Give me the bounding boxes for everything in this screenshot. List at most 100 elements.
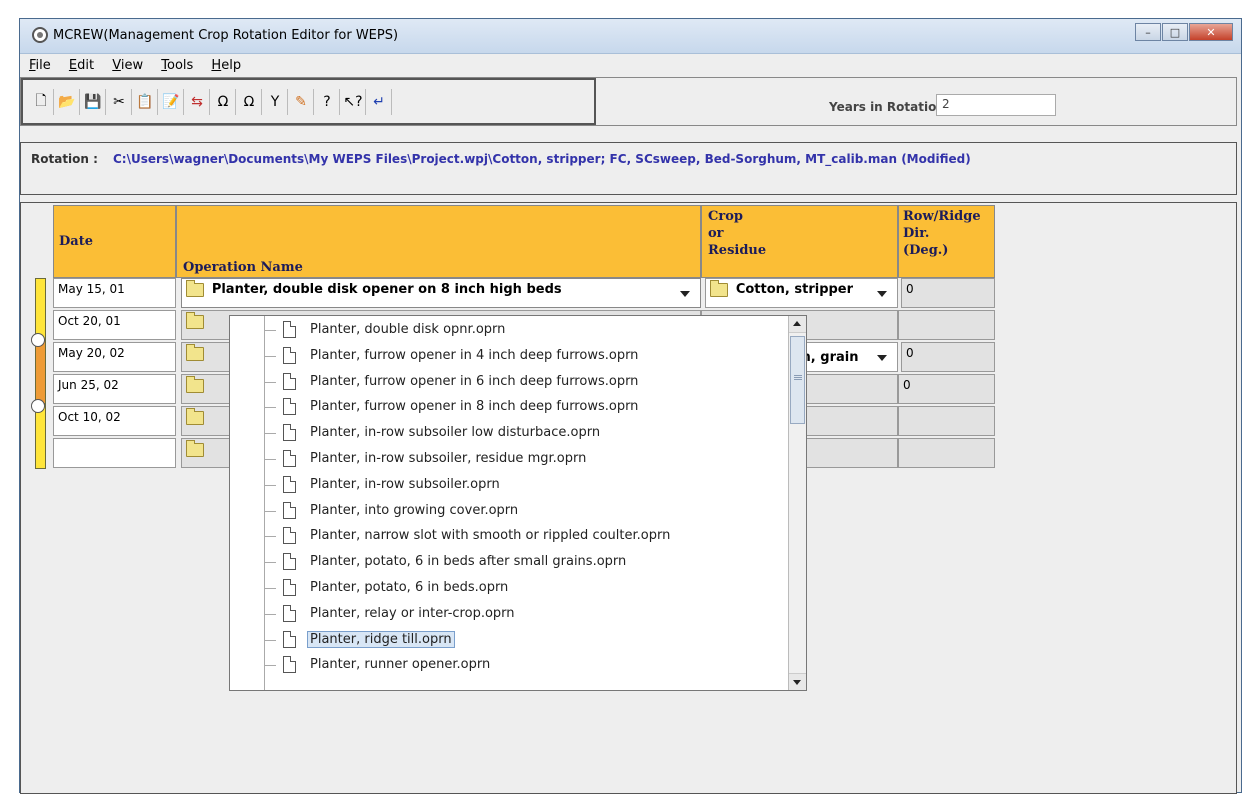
list-item-label: Planter, furrow opener in 4 inch deep fu… (310, 347, 639, 363)
list-item[interactable]: Planter, in-row subsoiler, residue mgr.o… (230, 447, 790, 471)
folder-icon (186, 375, 204, 393)
pencil-icon[interactable]: ✎ (289, 89, 314, 115)
table-row-date[interactable]: Oct 20, 01 (53, 310, 176, 340)
chevron-down-icon[interactable] (877, 291, 887, 297)
operation-combobox[interactable]: Planter, double disk opener on 8 inch hi… (181, 278, 701, 308)
new-icon[interactable]: 🗋 (29, 89, 54, 115)
undo-icon[interactable]: Ω (211, 89, 236, 115)
file-icon (283, 475, 296, 493)
table-row-dir[interactable] (898, 310, 995, 340)
tree-connector (264, 459, 276, 460)
help-icon[interactable]: ? (315, 89, 340, 115)
scroll-thumb[interactable] (790, 336, 805, 424)
file-icon (283, 656, 296, 674)
table-row-date[interactable]: May 20, 02 (53, 342, 176, 372)
list-item[interactable]: Planter, furrow opener in 4 inch deep fu… (230, 344, 790, 368)
maximize-button[interactable]: □ (1162, 23, 1188, 41)
list-item[interactable]: Planter, furrow opener in 8 inch deep fu… (230, 395, 790, 419)
list-item[interactable]: Planter, in-row subsoiler low disturbace… (230, 421, 790, 445)
replace-icon[interactable]: ⇆ (185, 89, 210, 115)
folder-icon (710, 279, 728, 297)
list-item[interactable]: Planter, potato, 6 in beds after small g… (230, 550, 790, 574)
menu-tools[interactable]: Tools (161, 58, 193, 73)
table-row-date[interactable] (53, 438, 176, 468)
rotation-year-bar-3 (35, 404, 46, 469)
return-icon[interactable]: ↵ (367, 89, 392, 115)
list-item-label: Planter, potato, 6 in beds.oprn (310, 580, 509, 595)
operation-dropdown-list[interactable]: Planter, double disk opnr.oprn Planter, f… (229, 315, 807, 691)
list-item[interactable]: Planter, narrow slot with smooth or ripp… (230, 524, 790, 548)
operations-table-panel: Date Operation Name Crop or Residue Row/… (20, 202, 1237, 794)
file-icon (283, 604, 296, 622)
rotation-label: Rotation : (31, 152, 98, 166)
tree-connector (264, 330, 276, 331)
list-item-label: Planter, in-row subsoiler, residue mgr.o… (310, 451, 587, 466)
minimize-button[interactable]: – (1135, 23, 1161, 41)
copy-icon[interactable]: 📋 (133, 89, 158, 115)
menu-help[interactable]: Help (211, 58, 241, 73)
crop-residue-header[interactable]: Crop or Residue (701, 205, 898, 278)
file-icon (283, 630, 296, 648)
filter-icon[interactable]: Y (263, 89, 288, 115)
file-icon (283, 372, 296, 390)
row-ridge-dir-header[interactable]: Row/Ridge Dir. (Deg.) (898, 205, 995, 278)
rotation-year-knob-2[interactable] (31, 399, 45, 413)
app-window: MCREW(Management Crop Rotation Editor fo… (19, 18, 1242, 794)
scroll-down-button[interactable] (789, 673, 806, 690)
context-help-icon[interactable]: ↖? (341, 89, 366, 115)
list-item-label: Planter, into growing cover.oprn (310, 502, 519, 518)
file-icon (283, 527, 296, 545)
file-icon (283, 579, 296, 596)
tree-connector (264, 381, 276, 383)
list-item-label: Planter, in-row subsoiler low disturbace… (310, 425, 601, 441)
paste-icon[interactable]: 📝 (159, 89, 184, 115)
years-in-rotation-label: Years in Rotation: (829, 100, 950, 114)
close-button[interactable]: ✕ (1189, 23, 1233, 41)
chevron-down-icon[interactable] (877, 355, 887, 361)
list-item[interactable]: Planter, potato, 6 in beds.oprn (230, 576, 790, 600)
list-item[interactable]: Planter, furrow opener in 6 inch deep fu… (230, 370, 790, 394)
scrollbar[interactable] (788, 316, 806, 690)
table-row-date[interactable]: Jun 25, 02 (53, 374, 176, 404)
list-item-label: Planter, narrow slot with smooth or ripp… (310, 528, 671, 544)
open-icon[interactable]: 📂 (55, 89, 80, 115)
list-item-label: Planter, runner opener.oprn (310, 657, 491, 673)
cut-icon[interactable]: ✂ (107, 89, 132, 115)
file-icon (283, 501, 296, 519)
menu-view[interactable]: View (112, 58, 143, 73)
table-row-dir[interactable] (898, 406, 995, 436)
chevron-down-icon[interactable] (680, 291, 690, 297)
redo-icon[interactable]: Ω (237, 89, 262, 115)
tree-connector (264, 665, 276, 667)
list-item[interactable]: Planter, relay or inter-crop.oprn (230, 602, 790, 626)
table-row-dir[interactable]: 0 (898, 374, 995, 404)
list-item[interactable]: Planter, runner opener.oprn (230, 653, 790, 677)
years-in-rotation-input[interactable]: 2 (936, 94, 1056, 116)
list-item[interactable]: Planter, ridge till.oprn (230, 628, 790, 652)
table-row-dir[interactable]: 0 (901, 278, 995, 308)
list-item[interactable]: Planter, in-row subsoiler.oprn (230, 473, 790, 497)
table-row-dir[interactable] (898, 438, 995, 468)
menu-file[interactable]: File (29, 58, 51, 73)
scroll-up-button[interactable] (789, 316, 806, 333)
operation-name-header[interactable]: Operation Name (176, 205, 701, 278)
table-row-date[interactable]: May 15, 01 (53, 278, 176, 308)
table-row-dir[interactable]: 0 (901, 342, 995, 372)
list-item[interactable]: Planter, into growing cover.oprn (230, 499, 790, 523)
rotation-year-knob-1[interactable] (31, 333, 45, 347)
crop-combobox[interactable]: Cotton, stripper (705, 278, 898, 308)
save-icon[interactable]: 💾 (81, 89, 106, 115)
folder-icon (186, 439, 204, 457)
list-item-label: Planter, potato, 6 in beds after small g… (310, 554, 627, 570)
tree-connector (264, 588, 276, 589)
date-header[interactable]: Date (53, 205, 176, 278)
table-row-date[interactable]: Oct 10, 02 (53, 406, 176, 436)
list-item-label: Planter, furrow opener in 8 inch deep fu… (310, 399, 639, 415)
file-icon (283, 346, 296, 364)
list-item[interactable]: Planter, double disk opnr.oprn (230, 318, 790, 342)
list-item-label: Planter, relay or inter-crop.oprn (310, 605, 515, 621)
menu-bar: File Edit View Tools Help (20, 54, 1241, 76)
tree-connector (264, 510, 276, 512)
tree-connector (264, 355, 276, 357)
menu-edit[interactable]: Edit (69, 58, 94, 73)
